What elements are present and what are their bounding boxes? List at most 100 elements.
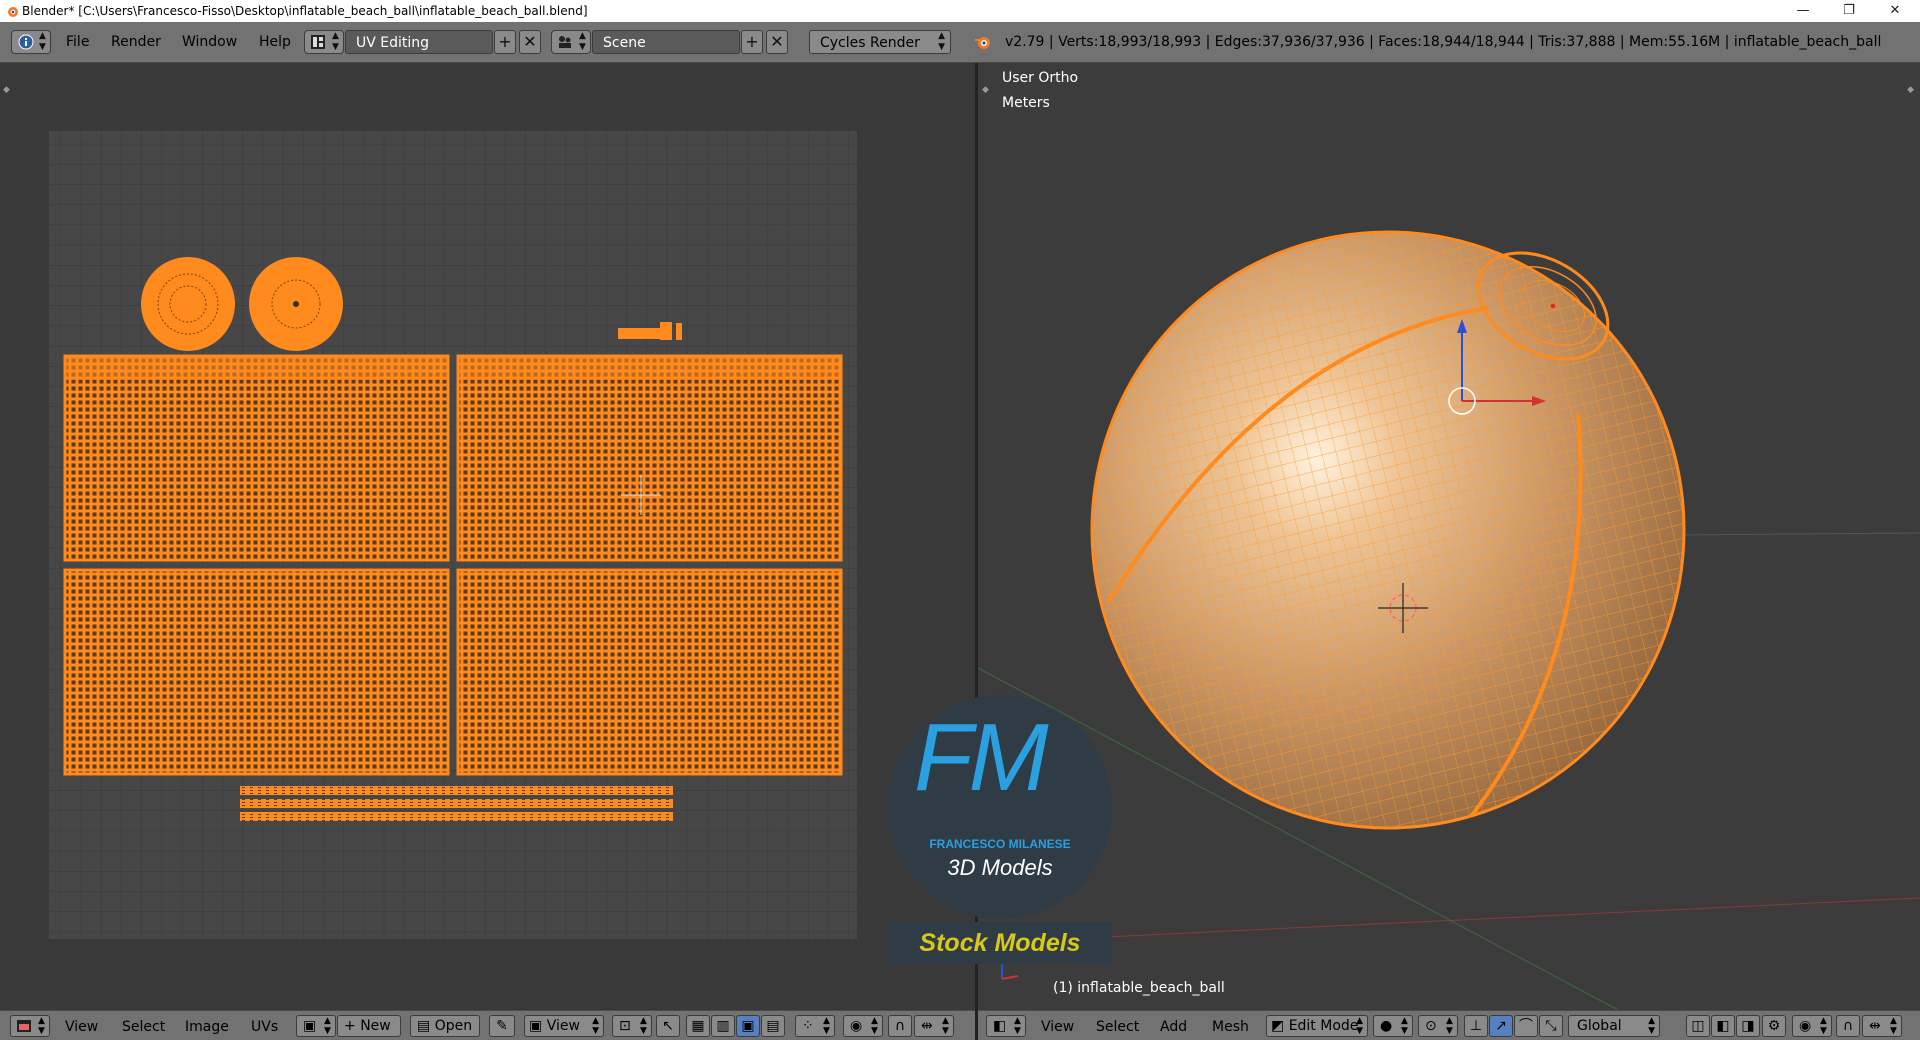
menu-render[interactable]: Render [111,30,161,54]
scale-manipulator[interactable]: ⤡ [1539,1015,1563,1037]
editor-type-selector[interactable]: ▲ ▼ [11,30,51,54]
vertex-select-icon: ▦ [691,1018,705,1034]
scene-field[interactable]: Scene [592,30,740,54]
updown-arrows-icon: ▲ ▼ [640,1016,647,1036]
island-select-button[interactable]: ▤ [761,1015,785,1037]
face-select-button[interactable]: ◨ [1736,1015,1760,1037]
screen-layout-field[interactable]: UV Editing [345,30,493,54]
magnet-icon: ∩ [1842,1018,1854,1034]
remove-screen-button[interactable]: ✕ [519,30,541,54]
screen-layout-browse[interactable]: ▲ ▼ [304,30,344,54]
uv-menu-view[interactable]: View [65,1016,98,1038]
pin-button[interactable]: ✎ [489,1015,515,1037]
edge-select-button[interactable]: ▥ [711,1015,735,1037]
image-editor-icon [17,1020,31,1032]
remove-scene-button[interactable]: ✕ [766,30,788,54]
vertex-select-button[interactable]: ◫ [1686,1015,1710,1037]
plus-icon: + [498,32,512,51]
proportional-edit-dropdown[interactable]: ◉ ▲ ▼ [1792,1015,1832,1037]
face-select-icon: ◨ [1741,1018,1755,1034]
uv-island-strip [240,786,673,795]
snap-element-dropdown[interactable]: ⇹ ▲ ▼ [1862,1015,1902,1037]
manipulator-icon: ⊥ [1469,1018,1483,1034]
render-engine-dropdown[interactable]: Cycles Render ▲ ▼ [809,30,951,54]
snap-button[interactable]: ∩ [888,1015,912,1037]
view-mode-label: View [546,1018,580,1034]
editor-type-selector[interactable]: ▲ ▼ [10,1015,50,1037]
face-select-button[interactable]: ▣ [736,1015,760,1037]
occlusion-toggle[interactable]: ⚙ [1762,1015,1786,1037]
face-select-icon: ▣ [741,1018,755,1034]
sticky-select-dropdown[interactable]: ⁘ ▲ ▼ [795,1015,835,1037]
uv-menu-select[interactable]: Select [122,1016,165,1038]
window-title: Blender* [C:\Users\Francesco-Fisso\Deskt… [22,4,588,18]
orientation-label: Global [1577,1018,1622,1034]
scene-icon [559,36,571,48]
uv-layout-canvas[interactable] [0,63,975,1010]
open-image-button[interactable]: ▤ Open [410,1015,480,1037]
menu-window[interactable]: Window [182,30,237,54]
watermark-name: FRANCESCO MILANESE [929,837,1071,851]
viewport-menu-select[interactable]: Select [1096,1016,1139,1038]
maximize-button[interactable]: ❐ [1826,0,1872,22]
updown-arrows-icon: ▲ ▼ [332,31,339,52]
updown-arrows-icon: ▲ ▼ [1820,1016,1827,1036]
image-icon: ▣ [303,1018,317,1034]
uv-sync-button[interactable]: ↖ [656,1015,680,1037]
editor-type-selector[interactable]: ◧ ▲ ▼ [986,1015,1026,1037]
pivot-dropdown[interactable]: ⊙ ▲ ▼ [1418,1015,1458,1037]
updown-arrows-icon: ▲ ▼ [1890,1016,1897,1036]
x-axis-line [978,897,1920,944]
mode-dropdown[interactable]: ◩ Edit Mode ▲ ▼ [1266,1015,1368,1037]
occlusion-icon: ⚙ [1767,1018,1781,1034]
minimize-button[interactable]: — [1780,0,1826,22]
cube-icon: ◧ [993,1018,1007,1034]
vertex-select-button[interactable]: ▦ [686,1015,710,1037]
proportional-edit-dropdown[interactable]: ◉ ▲ ▼ [843,1015,883,1037]
mode-label: Edit Mode [1288,1018,1359,1034]
uv-island-disc [249,257,343,351]
scale-icon: ⤡ [1545,1018,1557,1034]
watermark-logo: FM FRANCESCO MILANESE 3D Models [888,695,1112,919]
snap-button[interactable]: ∩ [1836,1015,1860,1037]
updown-arrows-icon: ▲ ▼ [1648,1016,1655,1036]
translate-manipulator[interactable]: ↗ [1489,1015,1513,1037]
view-mode-dropdown[interactable]: ▣ View ▲ ▼ [524,1015,604,1037]
watermark-banner-text: Stock Models [919,929,1081,957]
edge-select-icon: ▥ [716,1018,730,1034]
info-icon [18,34,34,50]
scene-statistics: v2.79 | Verts:18,993/18,993 | Edges:37,9… [1005,34,1882,50]
edge-select-button[interactable]: ◧ [1711,1015,1735,1037]
scene-browse[interactable]: ▲ ▼ [551,30,591,54]
viewport-menu-view[interactable]: View [1041,1016,1074,1038]
viewport-menu-mesh[interactable]: Mesh [1212,1016,1249,1038]
uv-image-editor[interactable]: ◆ [0,63,975,1010]
updown-arrows-icon: ▲ ▼ [324,1016,331,1036]
3d-viewport[interactable]: ◆ ◆ User Ortho Meters (1) inflatable_bea… [978,63,1920,1010]
viewport-scene[interactable] [978,63,1920,1010]
menu-file[interactable]: File [66,30,89,54]
updown-arrows-icon: ▲ ▼ [592,1016,599,1036]
add-screen-button[interactable]: + [494,30,516,54]
image-browse[interactable]: ▣ ▲ ▼ [296,1015,336,1037]
shading-dropdown[interactable]: ● ▲ ▼ [1373,1015,1413,1037]
uv-island-disc [141,257,235,351]
snap-element-dropdown[interactable]: ⇹ ▲ ▼ [914,1015,954,1037]
updown-arrows-icon: ▲ ▼ [871,1016,878,1036]
uv-menu-uvs[interactable]: UVs [251,1016,278,1038]
vertex-select-icon: ◫ [1691,1018,1705,1034]
uv-island-panel [63,354,450,562]
updown-arrows-icon: ▲ ▼ [39,31,46,52]
add-scene-button[interactable]: + [741,30,763,54]
manipulator-toggle[interactable]: ⊥ [1464,1015,1488,1037]
menu-help[interactable]: Help [259,30,291,54]
rotate-manipulator[interactable]: ⌒ [1514,1015,1538,1037]
new-image-button[interactable]: + New [337,1015,401,1037]
orientation-dropdown[interactable]: Global ▲ ▼ [1568,1015,1660,1037]
viewport-menu-add[interactable]: Add [1160,1016,1187,1038]
render-engine-label: Cycles Render [820,35,920,51]
close-window-button[interactable]: ✕ [1872,0,1918,22]
uv-menu-image[interactable]: Image [185,1016,229,1038]
pivot-dropdown[interactable]: ⊡ ▲ ▼ [612,1015,652,1037]
edit-mode-icon: ◩ [1271,1018,1285,1034]
